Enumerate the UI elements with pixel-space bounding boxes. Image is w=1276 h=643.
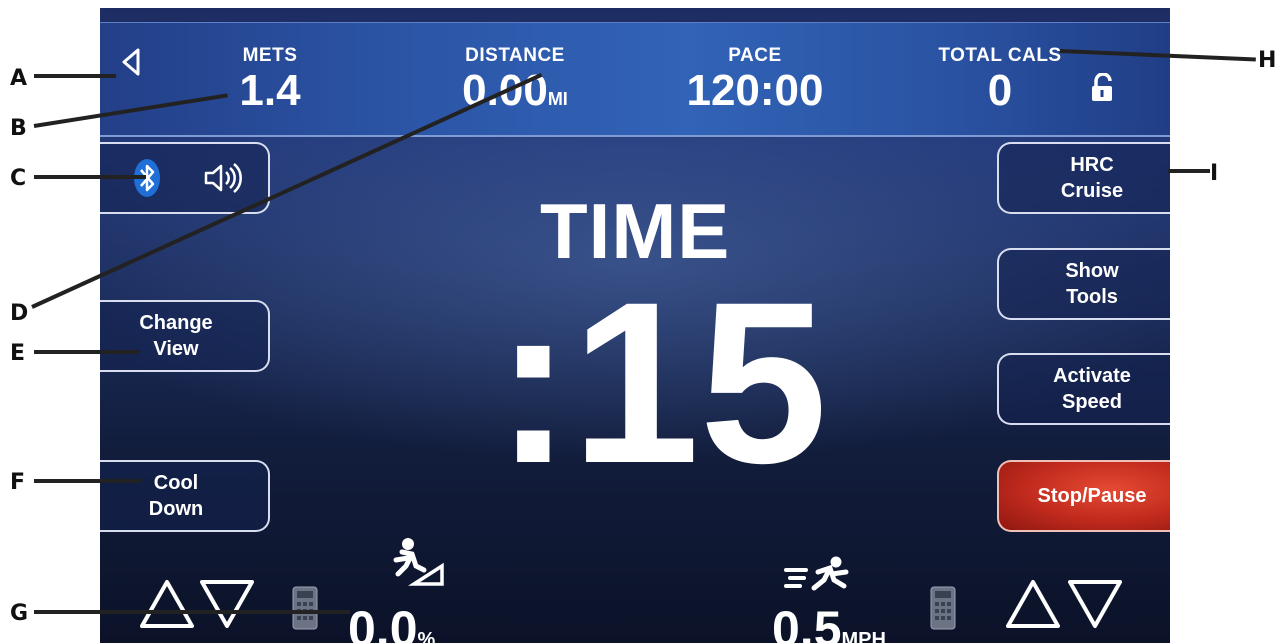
- change-view-button[interactable]: Change View: [100, 300, 270, 372]
- back-triangle-icon[interactable]: [120, 47, 142, 77]
- cool-down-label-1: Cool: [153, 472, 199, 494]
- callout-f: F: [10, 470, 26, 495]
- stop-pause-button[interactable]: Stop/Pause: [997, 460, 1170, 532]
- hrc-cruise-label-2: Cruise: [1060, 180, 1124, 202]
- distance-stat: DISTANCE 0.00MI: [420, 45, 610, 115]
- callout-a-line: [34, 74, 116, 78]
- callout-g: G: [10, 601, 29, 626]
- activate-speed-label-1: Activate: [1053, 365, 1131, 387]
- callout-i: I: [1210, 161, 1219, 186]
- stop-pause-label: Stop/Pause: [1037, 485, 1147, 507]
- distance-unit: MI: [547, 89, 568, 109]
- pace-label: PACE: [728, 45, 782, 66]
- callout-a: A: [10, 66, 28, 91]
- cool-down-label-2: Down: [148, 498, 204, 520]
- callout-h: H: [1258, 48, 1276, 73]
- mets-label: METS: [242, 45, 298, 66]
- calories-stat: TOTAL CALS 0: [910, 45, 1090, 115]
- activate-speed-label-2: Speed: [1061, 391, 1123, 413]
- mets-stat: METS 1.4: [210, 45, 330, 115]
- callout-e: E: [10, 341, 26, 366]
- incline-unit: %: [417, 629, 436, 643]
- mets-value: 1.4: [239, 66, 301, 115]
- change-view-label-1: Change: [139, 312, 213, 334]
- callout-c: C: [10, 166, 27, 191]
- incline-runner-icon: [393, 538, 444, 586]
- distance-value-wrap: 0.00MI: [420, 66, 610, 115]
- speed-up-button[interactable]: [1004, 578, 1062, 630]
- incline-keypad-icon[interactable]: [292, 586, 318, 630]
- callout-c-line: [34, 175, 146, 179]
- hrc-cruise-button[interactable]: HRC Cruise: [997, 142, 1170, 214]
- callout-d: D: [10, 301, 29, 326]
- incline-up-button[interactable]: [138, 578, 196, 630]
- cool-down-button[interactable]: Cool Down: [100, 460, 270, 532]
- show-tools-button[interactable]: Show Tools: [997, 248, 1170, 320]
- callout-b: B: [10, 116, 27, 141]
- incline-value: 0.0: [348, 601, 418, 643]
- speed-value: 0.5: [772, 601, 842, 643]
- callout-f-line: [34, 479, 142, 483]
- callout-g-line: [34, 610, 350, 614]
- speed-runner-icon: [784, 556, 849, 591]
- callout-e-line: [34, 350, 140, 354]
- unlock-icon[interactable]: [1090, 73, 1116, 103]
- console-screen: METS 1.4 DISTANCE 0.00MI PACE 120:00 TOT…: [100, 8, 1170, 643]
- speed-down-button[interactable]: [1066, 578, 1124, 630]
- incline-down-button[interactable]: [198, 578, 256, 630]
- pace-stat: PACE 120:00: [660, 45, 850, 115]
- incline-readout: 0.0%: [348, 604, 435, 643]
- show-tools-label-1: Show: [1065, 260, 1119, 282]
- pace-value: 120:00: [686, 66, 824, 115]
- time-value: :15: [495, 254, 828, 511]
- activate-speed-button[interactable]: Activate Speed: [997, 353, 1170, 425]
- distance-label: DISTANCE: [465, 45, 565, 66]
- speaker-icon[interactable]: [203, 161, 243, 195]
- callout-i-line: [1168, 169, 1210, 173]
- calories-value: 0: [987, 66, 1013, 115]
- speed-readout: 0.5MPH: [772, 604, 886, 643]
- hrc-cruise-label-1: HRC: [1070, 154, 1114, 176]
- speed-keypad-icon[interactable]: [930, 586, 956, 630]
- show-tools-label-2: Tools: [1066, 286, 1118, 308]
- speed-unit: MPH: [841, 629, 886, 643]
- change-view-label-2: View: [153, 338, 199, 360]
- stats-bar: METS 1.4 DISTANCE 0.00MI PACE 120:00 TOT…: [100, 22, 1170, 137]
